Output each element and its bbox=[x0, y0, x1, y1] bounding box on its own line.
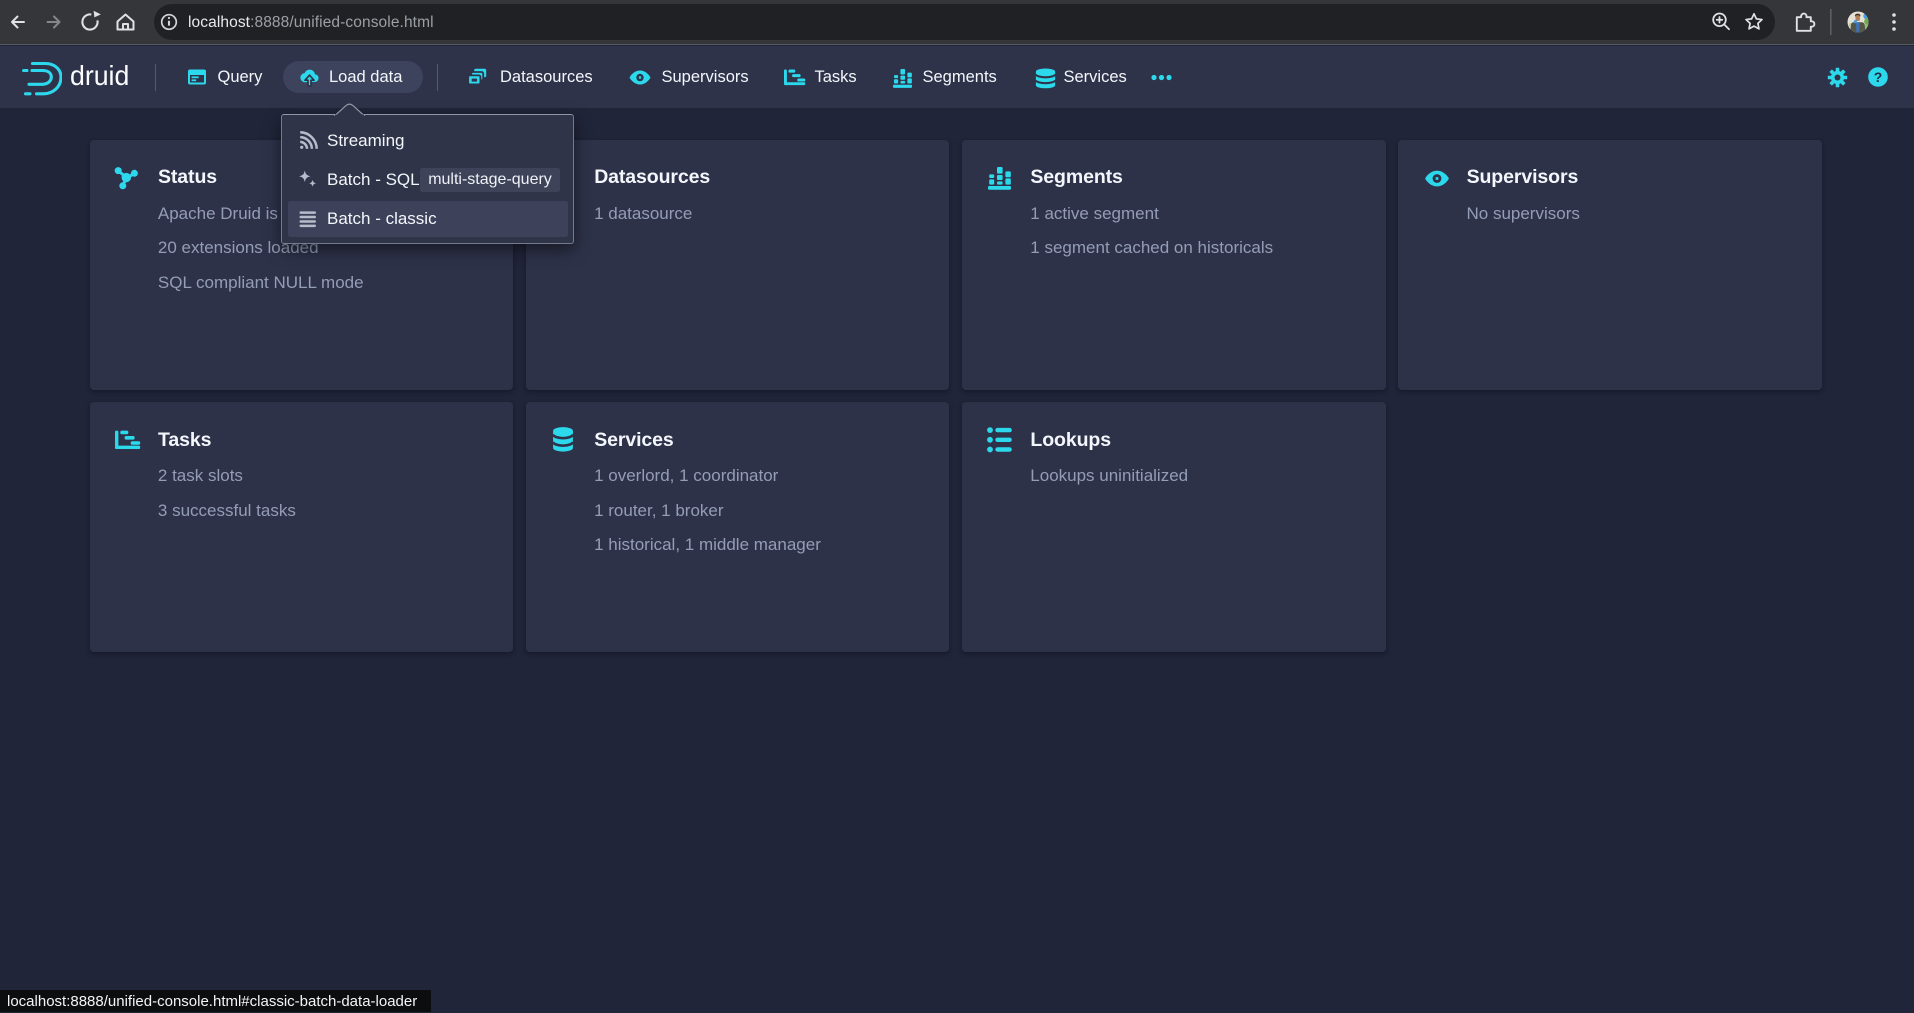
svg-text:?: ? bbox=[1873, 69, 1882, 85]
